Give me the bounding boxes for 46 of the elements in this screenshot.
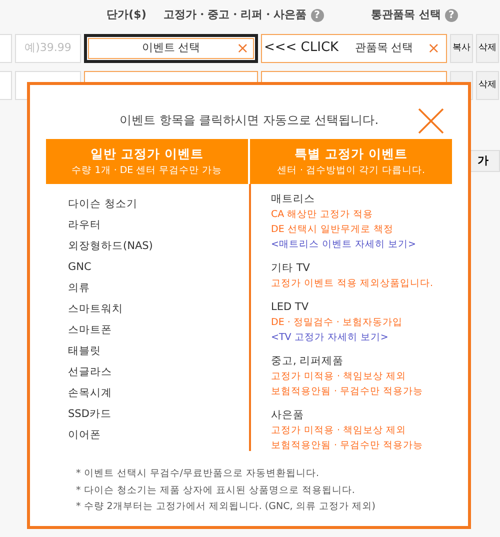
- event-item[interactable]: 라우터: [68, 219, 101, 231]
- event-item[interactable]: 의류: [68, 282, 90, 294]
- event-note: CA 해상만 고정가 적용: [271, 209, 374, 220]
- popup-title: 이벤트 항목을 클릭하시면 자동으로 선택됩니다.: [118, 112, 380, 129]
- event-item[interactable]: 스마트폰: [68, 324, 112, 336]
- event-item[interactable]: 손목시계: [68, 387, 112, 399]
- delete-button[interactable]: 삭제: [476, 71, 499, 100]
- text-field[interactable]: [0, 34, 12, 63]
- close-icon[interactable]: [418, 108, 444, 134]
- event-note: 보험적용안됨 · 무검수만 적용가능: [271, 440, 424, 451]
- event-item[interactable]: LED TV: [271, 301, 309, 313]
- event-select[interactable]: 이벤트 선택 ×: [84, 34, 258, 63]
- text-field[interactable]: [0, 71, 12, 100]
- event-item[interactable]: SSD카드: [68, 408, 112, 420]
- event-item[interactable]: 기타 TV: [271, 262, 310, 274]
- footnote: * 다이슨 청소기는 제품 상자에 표시된 상품명으로 적용됩니다.: [76, 484, 355, 496]
- event-note: 고정가 미적용 · 책임보상 제외: [271, 371, 406, 382]
- event-item[interactable]: 스마트워치: [68, 303, 123, 315]
- footnote: * 이벤트 선택시 무검수/무료반품으로 자동변환됩니다.: [76, 468, 320, 479]
- heading-title: 특별 고정가 이벤트: [294, 145, 408, 163]
- event-note: 보험적용안됨 · 무검수만 적용가능: [271, 386, 424, 397]
- column-header: 단가($): [106, 6, 146, 23]
- detail-link[interactable]: <매트리스 이벤트 자세히 보기>: [271, 239, 416, 250]
- footnote: * 수량 2개부터는 고정가에서 제외됩니다. (GNC, 의류 고정가 제외): [76, 501, 376, 512]
- column-header: 통관품목 선택: [371, 6, 441, 23]
- event-note: 고정가 이벤트 적용 제외상품입니다.: [271, 278, 434, 289]
- heading-subtitle: 센터 · 검수방법이 각기 다릅니다.: [276, 164, 426, 178]
- placeholder: 예)39.99: [24, 40, 72, 56]
- event-item[interactable]: 외장형하드(NAS): [68, 240, 153, 252]
- detail-link[interactable]: <TV 고정가 자세히 보기>: [271, 332, 388, 343]
- event-item[interactable]: 사은품: [271, 409, 304, 421]
- heading-title: 일반 고정가 이벤트: [90, 145, 204, 163]
- event-note: DE · 정밀검수 · 보험자동가입: [271, 317, 402, 328]
- event-item[interactable]: 다이슨 청소기: [68, 198, 138, 210]
- event-note: 고정가 미적용 · 책임보상 제외: [271, 425, 406, 436]
- event-item[interactable]: GNC: [68, 261, 92, 273]
- event-item[interactable]: 태블릿: [68, 345, 101, 357]
- event-item[interactable]: 중고, 리퍼제품: [271, 355, 344, 367]
- event-item[interactable]: 매트리스: [271, 193, 315, 205]
- column-header: 고정가・중고・리퍼・사은품: [164, 6, 306, 23]
- event-note: DE 선택시 일반무게로 책정: [271, 224, 394, 235]
- event-item[interactable]: 이어폰: [68, 429, 101, 441]
- copy-button[interactable]: 복사: [450, 34, 473, 63]
- event-item[interactable]: 선글라스: [68, 366, 112, 378]
- delete-button[interactable]: 삭제: [476, 34, 499, 63]
- heading-subtitle: 수량 1개 · DE 센터 무검수만 가능: [72, 164, 222, 178]
